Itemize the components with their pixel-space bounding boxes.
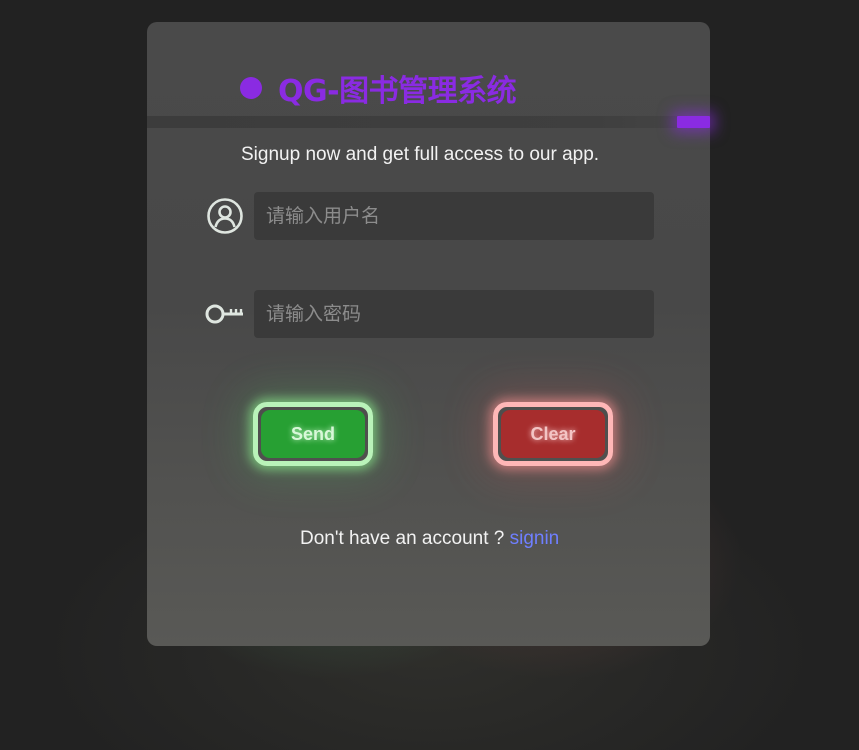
divider-accent-marker: [677, 116, 710, 128]
footer: Don't have an account ? signin: [300, 528, 559, 550]
user-circle-icon: [205, 196, 245, 236]
clear-button[interactable]: Clear: [501, 410, 605, 458]
signup-subtitle: Signup now and get full access to our ap…: [241, 144, 600, 165]
send-button[interactable]: Send: [261, 410, 365, 458]
title-row: QG-图书管理系统: [240, 68, 517, 109]
password-row: [205, 290, 654, 338]
footer-prompt: Don't have an account ?: [300, 528, 510, 549]
app-title: QG-图书管理系统: [278, 74, 517, 109]
password-input[interactable]: [254, 290, 654, 338]
signin-link[interactable]: signin: [510, 528, 560, 549]
login-card: QG-图书管理系统 Signup now and get full access…: [147, 22, 710, 646]
send-button-frame: Send: [253, 402, 373, 466]
title-divider: [147, 116, 710, 128]
username-row: [205, 192, 654, 240]
key-icon: [205, 294, 245, 334]
title-dot-icon: [240, 77, 262, 99]
clear-button-frame: Clear: [493, 402, 613, 466]
username-input[interactable]: [254, 192, 654, 240]
